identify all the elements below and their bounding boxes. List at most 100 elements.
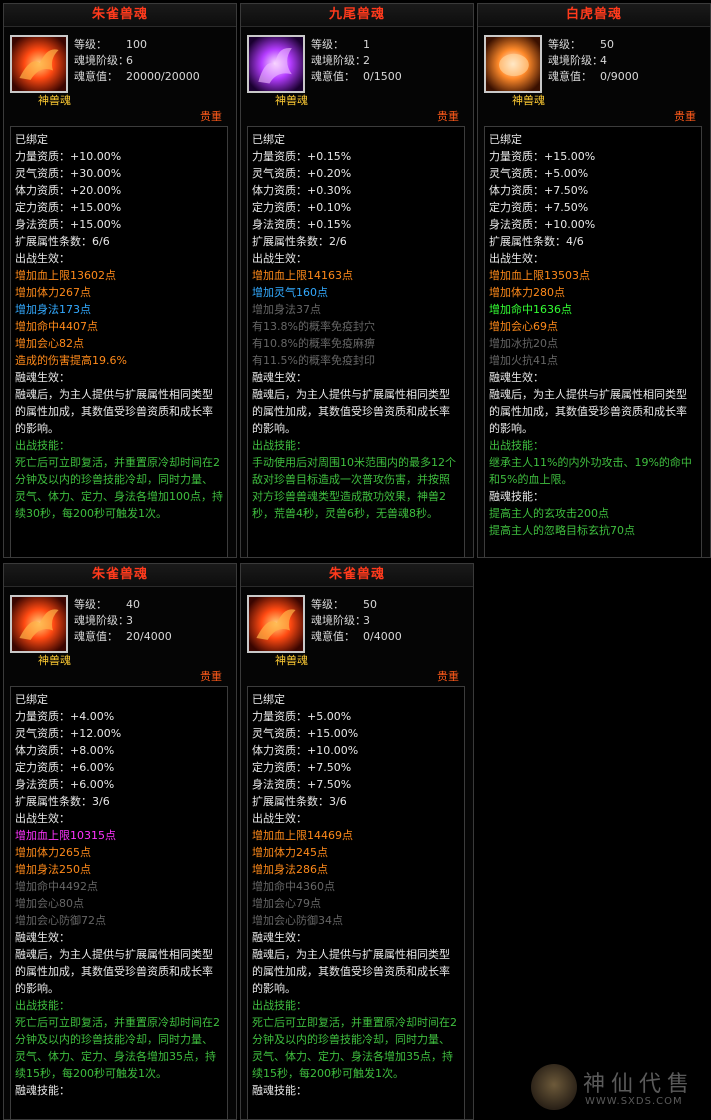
- attribute-line: 扩展属性条数：2/6: [252, 235, 347, 248]
- zhuque-icon[interactable]: [10, 595, 68, 653]
- rarity-badge: 贵重: [674, 110, 696, 123]
- panel-title: 朱雀兽魂: [241, 564, 473, 587]
- attribute-line: 出战技能：: [15, 439, 70, 452]
- attribute-line: 融魂技能：: [252, 1084, 307, 1097]
- attribute-line: 定力资质：+0.10%: [252, 201, 352, 214]
- attribute-line: 融魂生效：: [252, 931, 307, 944]
- attribute-line: 扩展属性条数：3/6: [15, 795, 110, 808]
- attribute-line: 融魂技能：: [489, 490, 544, 503]
- attribute-line: 增加会心防御72点: [15, 914, 106, 927]
- zhuque-icon[interactable]: [247, 595, 305, 653]
- watermark-text: 神仙代售: [583, 1072, 696, 1097]
- will-label: 魂意值：: [548, 70, 592, 83]
- attribute-line: 增加冰抗20点: [489, 337, 558, 350]
- attribute-line: 融魂后，为主人提供与扩展属性相同类型的属性加成，其数值受珍兽资质和成长率的影响。: [15, 388, 213, 435]
- attribute-line: 有10.8%的概率免疫麻痹: [252, 337, 375, 350]
- attribute-line: 手动使用后对周围10米范围内的最多12个敌对珍兽目标造成一次普攻伤害，并按照对方…: [252, 456, 456, 520]
- watermark: 神仙代售 WWW.SXDS.COM: [531, 1062, 701, 1112]
- will-value: 0/4000: [363, 630, 402, 643]
- soul-kind: 神兽魂: [512, 94, 545, 107]
- attribute-line: 灵气资质：+12.00%: [15, 727, 122, 740]
- attribute-line: 融魂技能：: [15, 1084, 70, 1097]
- soul-attributes: 已绑定 力量资质：+0.15% 灵气资质：+0.20% 体力资质：+0.30% 定力资质…: [247, 126, 465, 557]
- attribute-line: 增加身法286点: [252, 863, 328, 876]
- attribute-line: 灵气资质：+15.00%: [252, 727, 359, 740]
- attribute-line: 出战技能：: [489, 439, 544, 452]
- attribute-line: 增加身法250点: [15, 863, 91, 876]
- soul-stats: 等级： 50 魂境阶级：3 魂意值： 0/4000: [311, 597, 402, 645]
- baihu-icon[interactable]: [484, 35, 542, 93]
- attribute-line: 增加身法37点: [252, 303, 321, 316]
- soul-stats: 等级： 1 魂境阶级：2 魂意值： 0/1500: [311, 37, 402, 85]
- attribute-line: 融魂生效：: [15, 931, 70, 944]
- soul-attributes: 已绑定 力量资质：+4.00% 灵气资质：+12.00% 体力资质：+8.00% 定力资…: [10, 686, 228, 1119]
- level-label: 等级：: [311, 38, 344, 51]
- soul-kind: 神兽魂: [38, 94, 71, 107]
- attribute-line: 融魂生效：: [252, 371, 307, 384]
- level-value: 1: [363, 38, 370, 51]
- panel-title: 九尾兽魂: [241, 4, 473, 27]
- watermark-url: WWW.SXDS.COM: [585, 1096, 683, 1107]
- attribute-line: 定力资质：+7.50%: [489, 201, 589, 214]
- attribute-line: 造成的伤害提高19.6%: [15, 354, 127, 367]
- attribute-line: 身法资质：+10.00%: [489, 218, 596, 231]
- attribute-line: 出战生效：: [252, 812, 307, 825]
- level-label: 等级：: [74, 38, 107, 51]
- attribute-line: 体力资质：+20.00%: [15, 184, 122, 197]
- rarity-badge: 贵重: [437, 110, 459, 123]
- level-label: 等级：: [548, 38, 581, 51]
- will-value: 0/9000: [600, 70, 639, 83]
- will-label: 魂意值：: [311, 630, 355, 643]
- rarity-badge: 贵重: [437, 670, 459, 683]
- attribute-line: 力量资质：+5.00%: [252, 710, 352, 723]
- jiuwei-icon[interactable]: [247, 35, 305, 93]
- attribute-line: 身法资质：+6.00%: [15, 778, 115, 791]
- attribute-line: 有11.5%的概率免疫封印: [252, 354, 375, 367]
- realm-label: 魂境阶级：: [311, 614, 366, 627]
- attribute-line: 增加会心69点: [489, 320, 558, 333]
- attribute-line: 已绑定: [489, 133, 522, 146]
- panel-title: 朱雀兽魂: [4, 4, 236, 27]
- attribute-line: 死亡后可立即复活，并重置原冷却时间在2分钟及以内的珍兽技能冷却，同时力量、灵气、…: [15, 456, 223, 520]
- level-value: 100: [126, 38, 147, 51]
- rarity-badge: 贵重: [200, 110, 222, 123]
- soul-attributes: 已绑定 力量资质：+10.00% 灵气资质：+30.00% 体力资质：+20.00% 定…: [10, 126, 228, 557]
- attribute-line: 增加身法173点: [15, 303, 91, 316]
- attribute-line: 死亡后可立即复活，并重置原冷却时间在2分钟及以内的珍兽技能冷却，同时力量、灵气、…: [252, 1016, 457, 1080]
- attribute-line: 增加命中1636点: [489, 303, 572, 316]
- realm-value: 3: [126, 614, 133, 627]
- realm-value: 6: [126, 54, 133, 67]
- attribute-line: 扩展属性条数：6/6: [15, 235, 110, 248]
- attribute-line: 融魂后，为主人提供与扩展属性相同类型的属性加成，其数值受珍兽资质和成长率的影响。: [15, 948, 213, 995]
- soul-stats: 等级： 50 魂境阶级：4 魂意值： 0/9000: [548, 37, 639, 85]
- attribute-line: 增加命中4407点: [15, 320, 98, 333]
- soul-kind: 神兽魂: [38, 654, 71, 667]
- attribute-line: 定力资质：+15.00%: [15, 201, 122, 214]
- attribute-line: 增加体力265点: [15, 846, 91, 859]
- attribute-line: 融魂后，为主人提供与扩展属性相同类型的属性加成，其数值受珍兽资质和成长率的影响。: [489, 388, 687, 435]
- realm-label: 魂境阶级：: [548, 54, 603, 67]
- realm-label: 魂境阶级：: [74, 54, 129, 67]
- attribute-line: 力量资质：+15.00%: [489, 150, 596, 163]
- attribute-line: 融魂生效：: [489, 371, 544, 384]
- realm-value: 3: [363, 614, 370, 627]
- will-label: 魂意值：: [311, 70, 355, 83]
- attribute-line: 融魂生效：: [15, 371, 70, 384]
- attribute-line: 出战生效：: [15, 252, 70, 265]
- attribute-line: 体力资质：+10.00%: [252, 744, 359, 757]
- will-value: 20/4000: [126, 630, 172, 643]
- soul-panel-4: 朱雀兽魂 等级： 40 魂境阶级：3 魂意值： 20/4000 神兽魂 贵重 已绑定…: [3, 563, 237, 1120]
- realm-label: 魂境阶级：: [74, 614, 129, 627]
- attribute-line: 增加血上限13602点: [15, 269, 116, 282]
- level-label: 等级：: [311, 598, 344, 611]
- attribute-line: 体力资质：+8.00%: [15, 744, 115, 757]
- zhuque-icon[interactable]: [10, 35, 68, 93]
- attribute-line: 增加命中4492点: [15, 880, 98, 893]
- level-value: 50: [363, 598, 377, 611]
- soul-stats: 等级： 100 魂境阶级：6 魂意值： 20000/20000: [74, 37, 200, 85]
- attribute-line: 已绑定: [15, 133, 48, 146]
- soul-attributes: 已绑定 力量资质：+5.00% 灵气资质：+15.00% 体力资质：+10.00% 定力…: [247, 686, 465, 1119]
- attribute-line: 身法资质：+7.50%: [252, 778, 352, 791]
- attribute-line: 出战生效：: [15, 812, 70, 825]
- attribute-line: 灵气资质：+5.00%: [489, 167, 589, 180]
